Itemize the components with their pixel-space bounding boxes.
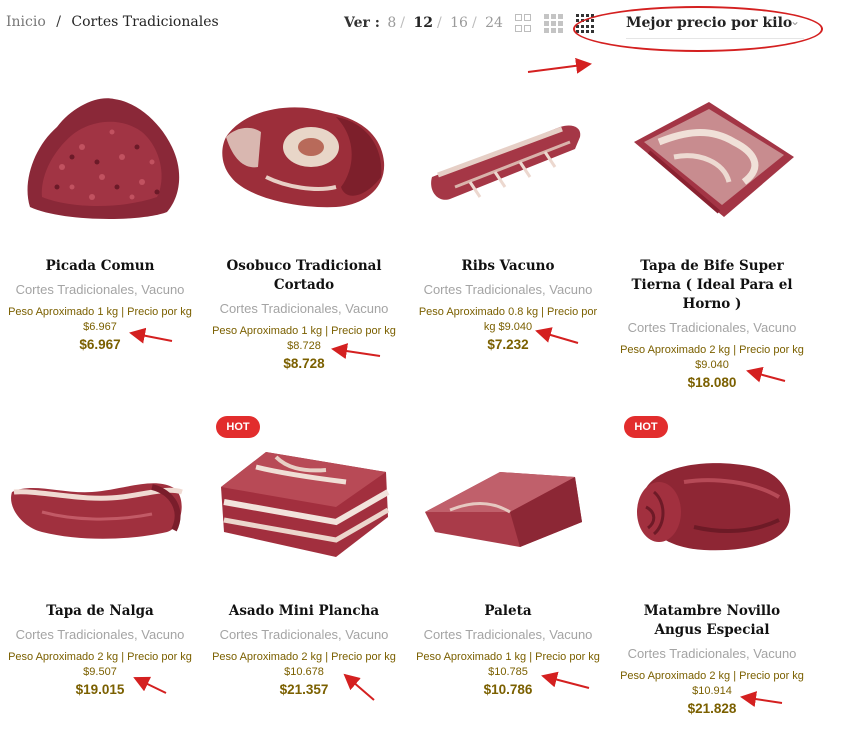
product-image[interactable]: [206, 432, 402, 582]
product-price: $8.728: [283, 356, 325, 371]
ground-beef-image: [27, 98, 180, 219]
product-price: $7.232: [487, 337, 529, 352]
product-price: $19.015: [75, 682, 125, 697]
product-description: Peso Aproximado 2 kg | Precio por kg $9.…: [8, 651, 192, 678]
product-name[interactable]: Tapa de Nalga: [2, 602, 198, 621]
per-page-option-8[interactable]: 8: [387, 15, 396, 31]
tapa-de-bife-image: [634, 102, 794, 217]
product-image[interactable]: [614, 432, 810, 582]
product-description: Peso Aproximado 0.8 kg | Precio por kg $…: [418, 306, 598, 333]
product-card[interactable]: Paleta Cortes Tradicionales, Vacuno Peso…: [410, 432, 606, 697]
grid-2-icon[interactable]: [515, 14, 531, 33]
product-name[interactable]: Tapa de Bife Super Tierna ( Ideal Para e…: [614, 257, 810, 314]
per-page-label: Ver :: [344, 15, 380, 31]
arrow-sort: [527, 57, 592, 74]
product-categories[interactable]: Cortes Tradicionales, Vacuno: [614, 320, 810, 336]
product-name[interactable]: Asado Mini Plancha: [206, 602, 402, 621]
product-categories[interactable]: Cortes Tradicionales, Vacuno: [206, 301, 402, 317]
product-image[interactable]: [614, 87, 810, 237]
product-image[interactable]: [2, 432, 198, 582]
product-categories[interactable]: Cortes Tradicionales, Vacuno: [410, 282, 606, 298]
product-name[interactable]: Osobuco Tradicional Cortado: [206, 257, 402, 295]
asado-image: [221, 452, 390, 557]
product-description: Peso Aproximado 1 kg | Precio por kg $8.…: [212, 325, 396, 352]
product-card[interactable]: HOT Matambre Novillo Angus Especial Cort…: [614, 416, 810, 716]
breadcrumb-separator: /: [56, 14, 61, 30]
product-description: Peso Aproximado 1 kg | Precio por kg $6.…: [8, 306, 192, 333]
grid-3-icon[interactable]: [544, 14, 563, 33]
shop-toolbar: Inicio / Cortes Tradicionales Ver : 8/ 1…: [0, 0, 853, 52]
breadcrumb-current: Cortes Tradicionales: [71, 14, 219, 30]
product-categories[interactable]: Cortes Tradicionales, Vacuno: [614, 646, 810, 662]
product-name[interactable]: Ribs Vacuno: [410, 257, 606, 276]
paleta-image: [425, 472, 582, 547]
product-categories[interactable]: Cortes Tradicionales, Vacuno: [206, 627, 402, 643]
product-image[interactable]: [2, 87, 198, 237]
product-image[interactable]: [410, 87, 606, 237]
product-card[interactable]: Tapa de Nalga Cortes Tradicionales, Vacu…: [2, 432, 198, 697]
annotation-ellipse: [573, 6, 823, 52]
product-description: Peso Aproximado 2 kg | Precio por kg $10…: [620, 670, 804, 697]
product-price: $21.828: [687, 701, 737, 716]
breadcrumb-home-link[interactable]: Inicio: [6, 14, 46, 30]
per-page-option-16[interactable]: 16: [450, 15, 468, 31]
per-page-selector: Ver : 8/ 12/ 16/ 24: [344, 15, 503, 31]
product-card[interactable]: Tapa de Bife Super Tierna ( Ideal Para e…: [614, 87, 810, 390]
per-page-option-12[interactable]: 12: [413, 15, 432, 31]
product-price: $10.786: [483, 682, 533, 697]
product-name[interactable]: Picada Comun: [2, 257, 198, 276]
product-card[interactable]: Ribs Vacuno Cortes Tradicionales, Vacuno…: [410, 87, 606, 352]
product-categories[interactable]: Cortes Tradicionales, Vacuno: [410, 627, 606, 643]
product-card[interactable]: Picada Comun Cortes Tradicionales, Vacun…: [2, 87, 198, 352]
product-description: Peso Aproximado 1 kg | Precio por kg $10…: [416, 651, 600, 678]
osobuco-image: [222, 107, 385, 208]
per-page-option-24[interactable]: 24: [485, 15, 503, 31]
product-image[interactable]: [206, 87, 402, 237]
product-price: $18.080: [687, 375, 737, 390]
product-name[interactable]: Paleta: [410, 602, 606, 621]
product-description: Peso Aproximado 2 kg | Precio por kg $10…: [212, 651, 396, 678]
product-card[interactable]: Osobuco Tradicional Cortado Cortes Tradi…: [206, 87, 402, 371]
product-categories[interactable]: Cortes Tradicionales, Vacuno: [2, 282, 198, 298]
product-price: $21.357: [279, 682, 329, 697]
product-description: Peso Aproximado 2 kg | Precio por kg $9.…: [620, 344, 804, 371]
ribs-image: [431, 125, 581, 200]
matambre-image: [637, 463, 791, 551]
product-price: $6.967: [79, 337, 121, 352]
product-card[interactable]: HOT Asado Mini Plancha Cortes Tradiciona…: [206, 416, 402, 697]
tapa-de-nalga-image: [11, 483, 183, 539]
breadcrumb: Inicio / Cortes Tradicionales: [6, 14, 219, 30]
product-name[interactable]: Matambre Novillo Angus Especial: [614, 602, 810, 640]
product-image[interactable]: [410, 432, 606, 582]
product-categories[interactable]: Cortes Tradicionales, Vacuno: [2, 627, 198, 643]
